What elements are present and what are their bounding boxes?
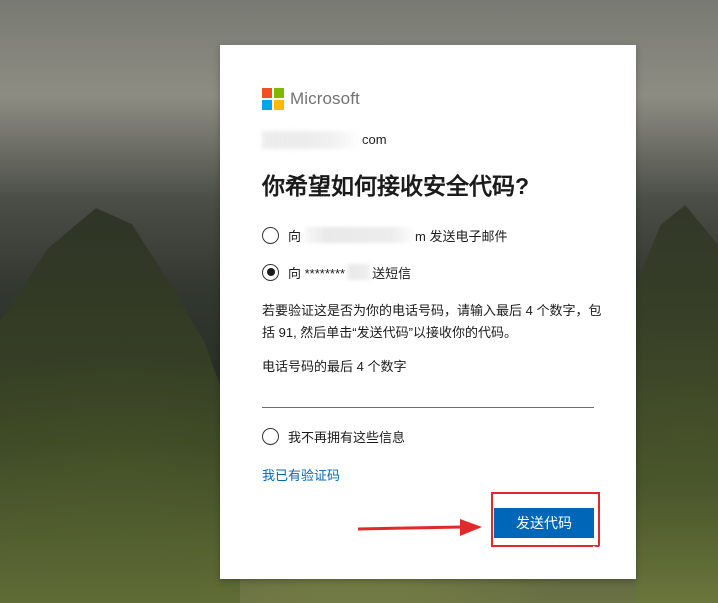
phone-redaction-mask [346, 264, 373, 280]
sign-in-card: Microsoft com 你希望如何接收安全代码? 向 m 发送电子邮件 向 … [220, 45, 636, 579]
email-redaction-mask [305, 227, 416, 243]
brand-name: Microsoft [290, 89, 360, 108]
option-sms-prefix: 向 ******** [288, 265, 346, 281]
microsoft-logo-icon [262, 88, 284, 110]
page-title: 你希望如何接收安全代码? [262, 173, 530, 199]
phone-digits-label: 电话号码的最后 4 个数字 [262, 359, 407, 374]
mountain-right [636, 205, 718, 603]
option-email-suffix: m 发送电子邮件 [415, 228, 508, 244]
email-redaction [262, 131, 362, 149]
option-sms[interactable]: 向 ******** 送短信 [262, 262, 411, 282]
verification-description: 若要验证这是否为你的电话号码，请输入最后 4 个数字，包括 91, 然后单击“发… [262, 303, 602, 340]
send-code-button[interactable]: 发送代码 [494, 508, 594, 538]
phone-digits-input[interactable] [262, 385, 594, 408]
option-no-access-label: 我不再拥有这些信息 [288, 429, 406, 445]
radio-no-access[interactable] [262, 427, 279, 445]
account-email: com [262, 131, 387, 149]
brand-header: Microsoft [262, 88, 360, 110]
email-suffix: com [362, 132, 387, 147]
option-email-prefix: 向 [288, 228, 302, 244]
option-email[interactable]: 向 m 发送电子邮件 [262, 225, 507, 245]
radio-email[interactable] [262, 226, 279, 244]
option-sms-suffix: 送短信 [372, 265, 412, 281]
option-no-access[interactable]: 我不再拥有这些信息 [262, 426, 405, 446]
radio-sms[interactable] [262, 263, 279, 281]
have-code-link[interactable]: 我已有验证码 [262, 465, 340, 484]
